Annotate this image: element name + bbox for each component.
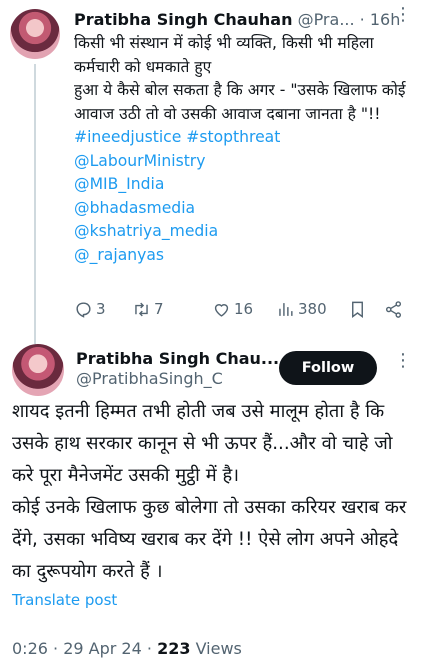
thread-line [34, 64, 36, 344]
main-tweet: Pratibha Singh Chau... @PratibhaSingh_C … [0, 336, 422, 672]
author-name[interactable]: Pratibha Singh Chauhan [74, 10, 292, 29]
mention-link[interactable]: @bhadasmedia [74, 197, 414, 221]
more-icon[interactable]: ⋮ [394, 6, 412, 24]
tweet-header: Pratibha Singh Chauhan @Pra... · 16h [74, 10, 414, 32]
tweet-date[interactable]: 29 Apr 24 [63, 639, 142, 658]
tweet-time[interactable]: 0:26 [12, 639, 48, 658]
like-button[interactable]: 16 [212, 300, 276, 319]
more-icon[interactable]: ⋮ [394, 352, 412, 370]
author-name[interactable]: Pratibha Singh Chau... [76, 349, 279, 368]
separator: · [359, 10, 365, 29]
share-button[interactable] [384, 300, 408, 319]
like-icon [214, 303, 229, 317]
views-button[interactable]: 380 [276, 300, 348, 319]
views-icon [279, 302, 293, 316]
like-count: 16 [234, 300, 254, 318]
hashtags[interactable]: #ineedjustice #stopthreat [74, 126, 414, 150]
views-count: 380 [298, 300, 327, 318]
mention-link[interactable]: @LabourMinistry [74, 150, 414, 174]
tweet-text-line: किसी भी संस्थान में कोई भी व्यक्ति, किसी… [74, 34, 379, 76]
retweet-button[interactable]: 7 [132, 300, 212, 319]
reply-count: 3 [96, 300, 106, 318]
share-icon [385, 300, 402, 318]
author-handle[interactable]: @PratibhaSingh_C [76, 369, 223, 388]
retweet-count: 7 [154, 300, 164, 318]
avatar[interactable] [10, 9, 60, 59]
retweet-icon [135, 302, 148, 316]
tweet-text-body: शायद इतनी हिम्मत तभी होती जब उसे मालूम ह… [12, 401, 407, 582]
views-label: Views [195, 639, 242, 658]
bookmark-icon [352, 301, 363, 318]
mention-link[interactable]: @_rajanyas [74, 244, 414, 268]
tweet-text-line: हुआ ये कैसे बोल सकता है कि अगर - "उसके ख… [74, 81, 411, 123]
reply-icon [76, 301, 91, 318]
separator: · [53, 639, 59, 658]
action-bar: 3 7 16 380 [74, 296, 408, 322]
bookmark-button[interactable] [348, 300, 384, 319]
author-handle[interactable]: @Pra... [298, 10, 355, 29]
translate-link[interactable]: Translate post [12, 591, 117, 609]
views-count: 223 [157, 639, 191, 658]
mention-link[interactable]: @kshatriya_media [74, 220, 414, 244]
tweet-meta: 0:26 · 29 Apr 24 · 223 Views [12, 639, 242, 658]
mention-link[interactable]: @MIB_India [74, 173, 414, 197]
tweet-text: शायद इतनी हिम्मत तभी होती जब उसे मालूम ह… [12, 396, 416, 588]
tweet-text: किसी भी संस्थान में कोई भी व्यक्ति, किसी… [74, 32, 414, 267]
follow-button[interactable]: Follow [279, 351, 377, 385]
reply-tweet[interactable]: Pratibha Singh Chauhan @Pra... · 16h ⋮ क… [0, 0, 422, 344]
separator: · [146, 639, 152, 658]
avatar[interactable] [12, 344, 64, 396]
reply-button[interactable]: 3 [74, 300, 132, 319]
